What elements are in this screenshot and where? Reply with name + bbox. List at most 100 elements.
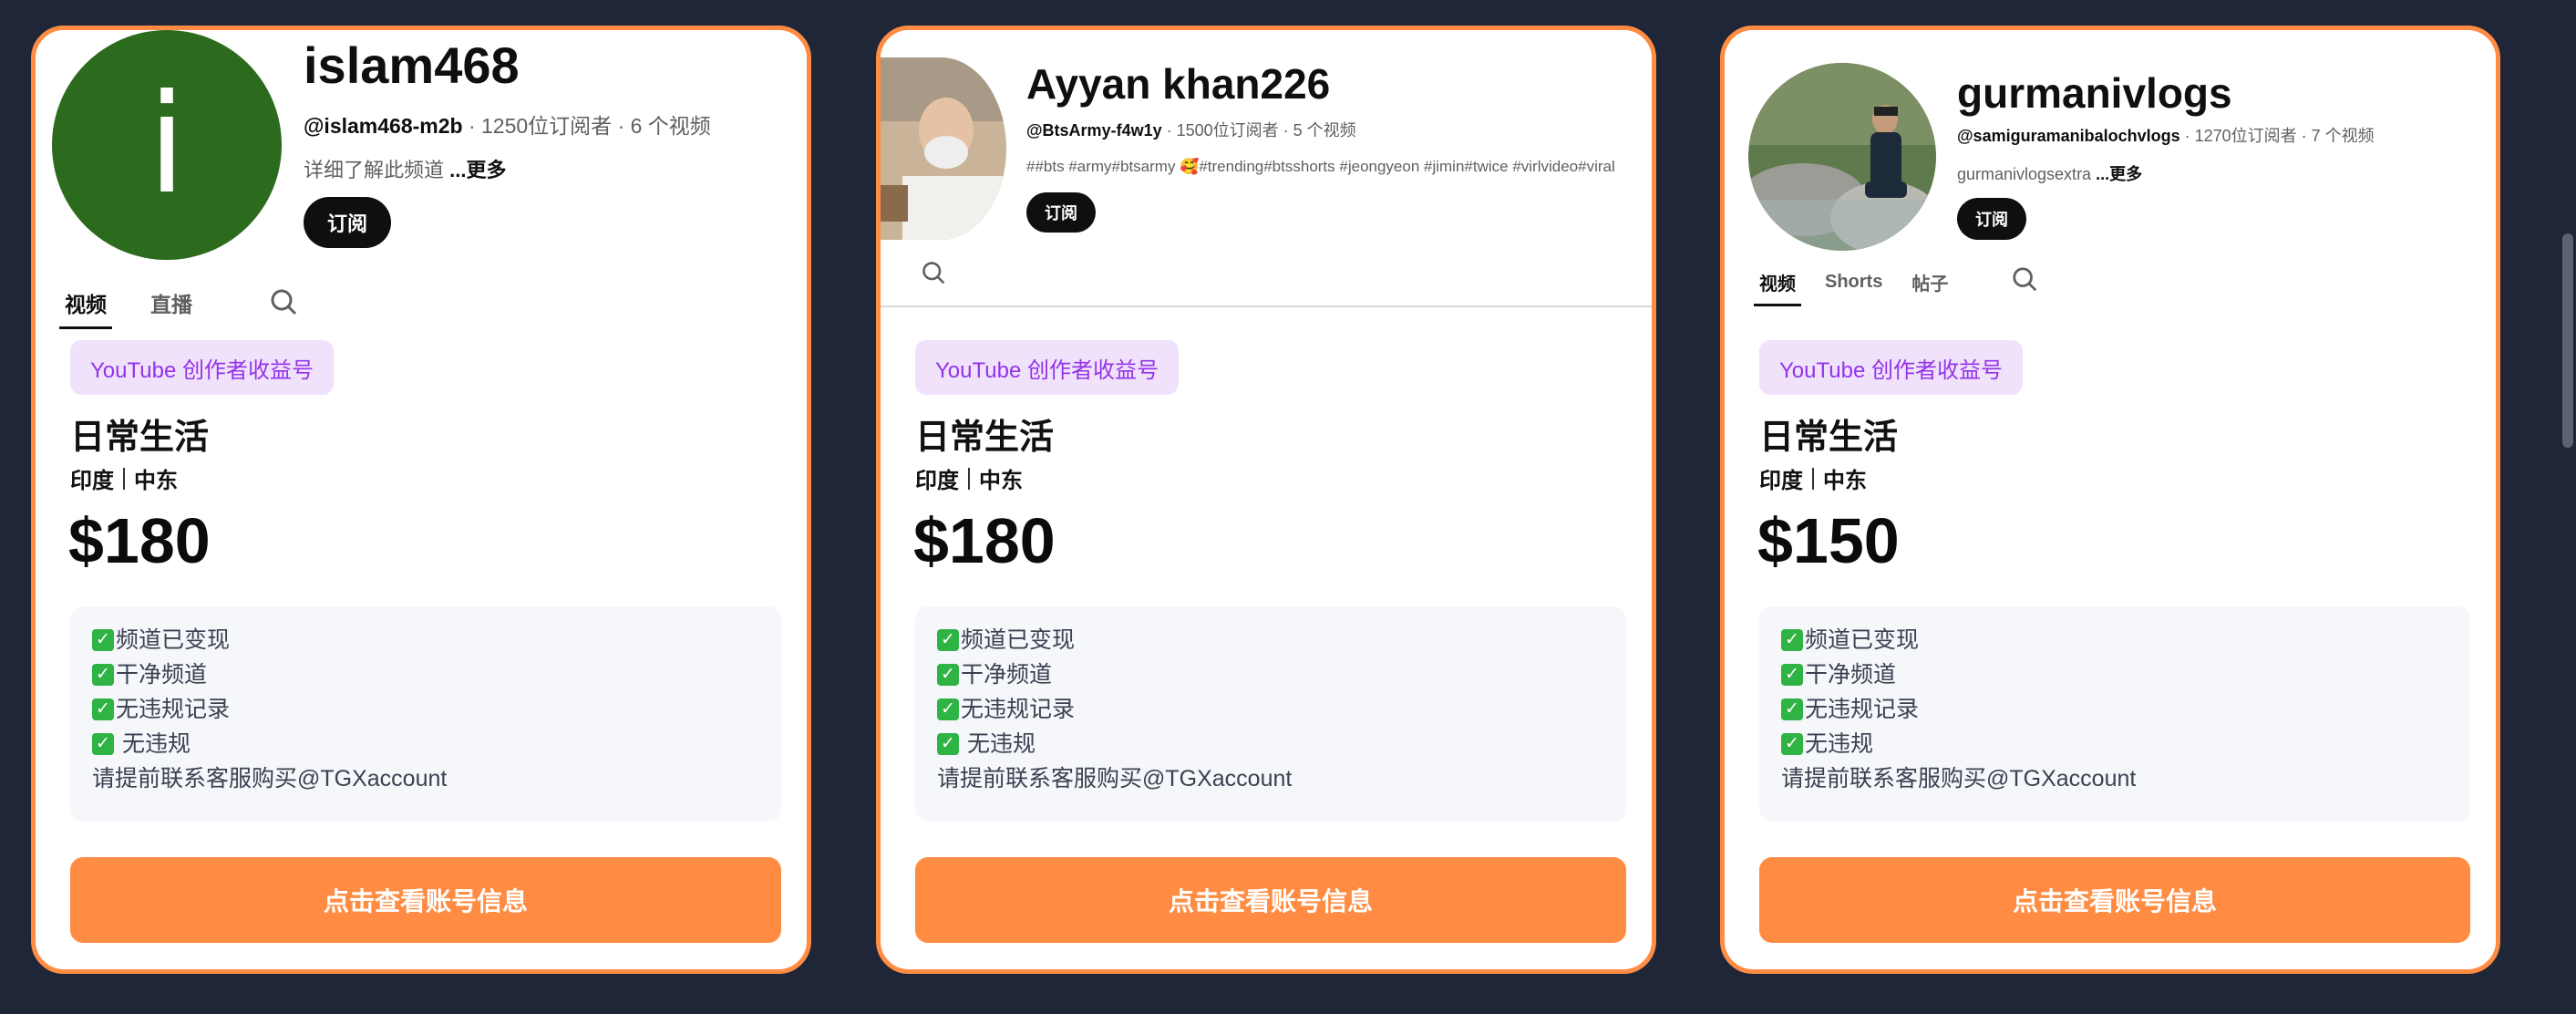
feature-item: ✓ 干净频道 bbox=[937, 657, 1604, 692]
channel-avatar bbox=[1748, 63, 1936, 251]
region-divider bbox=[1812, 467, 1814, 490]
channel-name: islam468 bbox=[304, 36, 520, 94]
check-icon: ✓ bbox=[92, 698, 114, 720]
feature-item: ✓ 无违规记录 bbox=[937, 692, 1604, 727]
features-box: ✓ 频道已变现 ✓ 干净频道 ✓ 无违规记录 ✓ 无违规 请提前联系客服购买@TGXa… bbox=[70, 606, 781, 822]
check-icon: ✓ bbox=[1781, 664, 1803, 686]
channel-tabs: 视频 直播 bbox=[59, 287, 236, 329]
regions: 印度 中东 bbox=[915, 462, 1023, 494]
feature-item: ✓ 干净频道 bbox=[1781, 657, 2448, 692]
subscribe-button: 订阅 bbox=[1957, 198, 2026, 240]
category-title: 日常生活 bbox=[1759, 419, 1899, 457]
channel-meta: @samiguramanibalochvlogs · 1270位订阅者 · 7 … bbox=[1957, 123, 2375, 147]
more-link: ...更多 bbox=[2096, 165, 2143, 183]
monetization-badge: YouTube 创作者收益号 bbox=[915, 340, 1179, 395]
view-account-button[interactable]: 点击查看账号信息 bbox=[1759, 857, 2470, 943]
avatar-letter: i bbox=[148, 66, 186, 224]
features-box: ✓ 频道已变现 ✓ 干净频道 ✓ 无违规记录 ✓ 无违规 请提前联系客服购买@TGXa… bbox=[915, 606, 1626, 822]
tab-shorts: Shorts bbox=[1825, 272, 1883, 292]
check-icon: ✓ bbox=[937, 698, 959, 720]
category-title: 日常生活 bbox=[915, 419, 1055, 457]
price: $150 bbox=[1757, 505, 1900, 576]
feature-item: ✓ 无违规记录 bbox=[92, 692, 759, 727]
product-card: Ayyan khan226 @BtsArmy-f4w1y · 1500位订阅者 … bbox=[876, 26, 1656, 974]
channel-stats: · 1500位订阅者 · 5 个视频 bbox=[1161, 121, 1356, 140]
product-card: gurmanivlogs @samiguramanibalochvlogs · … bbox=[1720, 26, 2500, 974]
monetization-badge: YouTube 创作者收益号 bbox=[1759, 340, 2023, 395]
check-icon: ✓ bbox=[1781, 698, 1803, 720]
search-icon bbox=[271, 289, 297, 316]
channel-description: ##bts #army#btsarmy 🥰#trending#btsshorts… bbox=[1026, 158, 1615, 175]
tab-videos: 视频 bbox=[1754, 269, 1801, 306]
region-middle-east: 中东 bbox=[979, 469, 1023, 493]
region-divider bbox=[968, 467, 970, 490]
check-icon: ✓ bbox=[92, 733, 114, 755]
channel-meta: @BtsArmy-f4w1y · 1500位订阅者 · 5 个视频 bbox=[1026, 118, 1356, 141]
feature-item: ✓ 频道已变现 bbox=[92, 623, 759, 657]
region-middle-east: 中东 bbox=[134, 469, 178, 493]
contact-note: 请提前联系客服购买@TGXaccount bbox=[937, 766, 1293, 792]
check-icon: ✓ bbox=[92, 664, 114, 686]
category-title: 日常生活 bbox=[70, 419, 210, 457]
channel-handle: @islam468-m2b bbox=[304, 114, 463, 138]
feature-item: ✓ 无违规 bbox=[1781, 727, 2448, 761]
price: $180 bbox=[68, 505, 211, 576]
search-icon bbox=[2013, 267, 2037, 292]
check-icon: ✓ bbox=[937, 629, 959, 651]
subscribe-button: 订阅 bbox=[1026, 192, 1096, 233]
tab-live: 直播 bbox=[150, 293, 192, 316]
search-icon bbox=[922, 262, 945, 285]
check-icon: ✓ bbox=[1781, 733, 1803, 755]
price: $180 bbox=[913, 505, 1056, 576]
feature-item: ✓ 无违规 bbox=[92, 727, 759, 761]
monetization-badge: YouTube 创作者收益号 bbox=[70, 340, 334, 395]
channel-avatar: i bbox=[52, 30, 282, 260]
more-link: ...更多 bbox=[449, 159, 507, 181]
description-text: gurmanivlogsextra bbox=[1957, 165, 2097, 183]
region-divider bbox=[123, 467, 125, 490]
view-account-button[interactable]: 点击查看账号信息 bbox=[70, 857, 781, 943]
channel-screenshot: Ayyan khan226 @BtsArmy-f4w1y · 1500位订阅者 … bbox=[881, 30, 1652, 307]
product-card: i islam468 @islam468-m2b · 1250位订阅者 · 6 … bbox=[31, 26, 811, 974]
features-box: ✓ 频道已变现 ✓ 干净频道 ✓ 无违规记录 ✓ 无违规 请提前联系客服购买@TGXac… bbox=[1759, 606, 2470, 822]
avatar-photo bbox=[881, 57, 1006, 240]
view-account-button[interactable]: 点击查看账号信息 bbox=[915, 857, 1626, 943]
subscribe-button: 订阅 bbox=[304, 197, 391, 248]
check-icon: ✓ bbox=[92, 629, 114, 651]
channel-description: gurmanivlogsextra ...更多 bbox=[1957, 161, 2142, 185]
feature-item: ✓ 无违规 bbox=[937, 727, 1604, 761]
channel-name: gurmanivlogs bbox=[1957, 69, 2232, 117]
regions: 印度 中东 bbox=[1759, 462, 1867, 494]
check-icon: ✓ bbox=[1781, 629, 1803, 651]
channel-handle: @BtsArmy-f4w1y bbox=[1026, 121, 1162, 140]
feature-item: ✓ 无违规记录 bbox=[1781, 692, 2448, 727]
channel-stats: · 1270位订阅者 · 7 个视频 bbox=[2179, 127, 2375, 145]
channel-screenshot: i islam468 @islam468-m2b · 1250位订阅者 · 6 … bbox=[36, 30, 807, 331]
channel-name: Ayyan khan226 bbox=[1026, 60, 1331, 108]
contact-note: 请提前联系客服购买@TGXaccount bbox=[92, 766, 448, 792]
region-india: 印度 bbox=[915, 469, 959, 493]
tab-videos: 视频 bbox=[59, 287, 112, 329]
channel-tabs: 视频 Shorts 帖子 bbox=[1754, 269, 1977, 306]
channel-meta: @islam468-m2b · 1250位订阅者 · 6 个视频 bbox=[304, 109, 711, 140]
region-india: 印度 bbox=[1759, 469, 1803, 493]
region-middle-east: 中东 bbox=[1823, 469, 1867, 493]
feature-item: ✓ 频道已变现 bbox=[937, 623, 1604, 657]
feature-item: ✓ 频道已变现 bbox=[1781, 623, 2448, 657]
channel-description: 详细了解此频道 ...更多 bbox=[304, 154, 506, 183]
avatar-photo bbox=[1748, 63, 1936, 251]
scrollbar-thumb[interactable] bbox=[2562, 233, 2573, 448]
check-icon: ✓ bbox=[937, 664, 959, 686]
regions: 印度 中东 bbox=[70, 462, 178, 494]
channel-screenshot: gurmanivlogs @samiguramanibalochvlogs · … bbox=[1725, 30, 2496, 331]
channel-stats: · 1250位订阅者 · 6 个视频 bbox=[462, 114, 711, 138]
description-text: 详细了解此频道 bbox=[304, 159, 450, 181]
check-icon: ✓ bbox=[937, 733, 959, 755]
tab-posts: 帖子 bbox=[1911, 274, 1949, 295]
page-scrollbar[interactable] bbox=[2561, 0, 2576, 1014]
region-india: 印度 bbox=[70, 469, 114, 493]
channel-handle: @samiguramanibalochvlogs bbox=[1957, 127, 2180, 145]
channel-avatar bbox=[881, 57, 1006, 240]
feature-item: ✓ 干净频道 bbox=[92, 657, 759, 692]
contact-note: 请提前联系客服购买@TGXaccount bbox=[1781, 766, 2137, 792]
